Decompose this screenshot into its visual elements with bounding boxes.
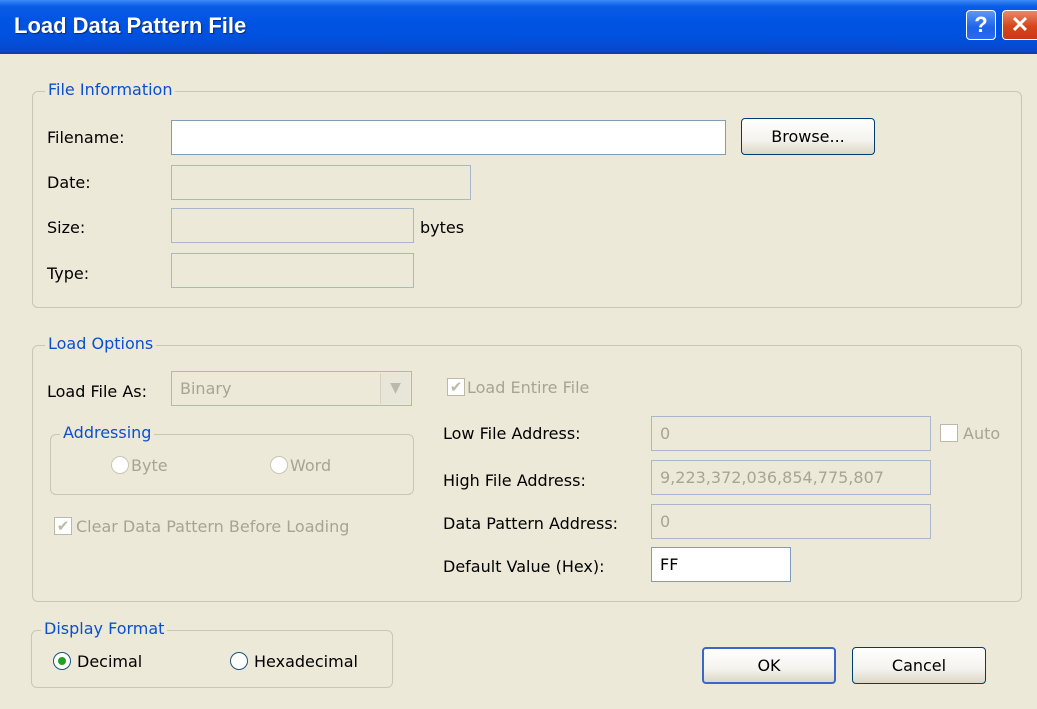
window-title: Load Data Pattern File: [14, 13, 247, 38]
addressing-legend: Addressing: [60, 423, 155, 442]
word-label: Word: [290, 456, 332, 475]
title-bar: Load Data Pattern File ? ✕: [0, 0, 1037, 54]
auto-checkbox[interactable]: [940, 424, 958, 442]
hexadecimal-radio[interactable]: [230, 652, 248, 670]
low-file-address-label: Low File Address:: [443, 424, 581, 443]
high-file-address-field[interactable]: 9,223,372,036,854,775,807: [651, 460, 931, 495]
display-format-legend: Display Format: [41, 619, 168, 638]
byte-radio[interactable]: [111, 456, 129, 474]
load-options-legend: Load Options: [45, 334, 157, 353]
decimal-label: Decimal: [77, 652, 143, 671]
default-value-label: Default Value (Hex):: [443, 557, 605, 576]
hexadecimal-label: Hexadecimal: [254, 652, 358, 671]
load-file-as-value: Binary: [180, 379, 232, 398]
auto-label: Auto: [963, 424, 1001, 443]
word-radio[interactable]: [270, 456, 288, 474]
default-value-input[interactable]: FF: [651, 547, 791, 582]
date-field: [171, 165, 471, 200]
load-file-as-label: Load File As:: [47, 382, 147, 401]
type-label: Type:: [47, 264, 90, 283]
load-file-as-select[interactable]: Binary ▼: [171, 371, 412, 406]
load-entire-file-label: Load Entire File: [467, 378, 590, 397]
radio-selected-dot: [58, 657, 66, 665]
filename-input[interactable]: [171, 120, 726, 155]
decimal-radio[interactable]: [53, 652, 71, 670]
type-field: [171, 253, 414, 288]
data-pattern-address-field[interactable]: 0: [651, 504, 931, 539]
clear-data-pattern-checkbox[interactable]: ✔: [54, 517, 72, 535]
chevron-down-icon[interactable]: ▼: [380, 373, 410, 404]
high-file-address-label: High File Address:: [443, 471, 586, 490]
load-entire-file-checkbox[interactable]: ✔: [447, 378, 465, 396]
size-field: [171, 208, 414, 243]
byte-label: Byte: [131, 456, 168, 475]
size-label: Size:: [47, 218, 86, 237]
filename-label: Filename:: [47, 128, 125, 147]
help-button[interactable]: ?: [966, 10, 996, 40]
clear-data-pattern-label: Clear Data Pattern Before Loading: [76, 517, 350, 536]
browse-button[interactable]: Browse...: [741, 118, 875, 155]
low-file-address-field[interactable]: 0: [651, 416, 931, 451]
data-pattern-address-label: Data Pattern Address:: [443, 514, 619, 533]
cancel-button[interactable]: Cancel: [852, 647, 986, 684]
close-button[interactable]: ✕: [1002, 10, 1037, 40]
addressing-group: Addressing: [50, 423, 414, 495]
date-label: Date:: [47, 173, 91, 192]
file-information-legend: File Information: [45, 80, 176, 99]
size-unit-label: bytes: [420, 218, 465, 237]
ok-button[interactable]: OK: [702, 647, 836, 684]
